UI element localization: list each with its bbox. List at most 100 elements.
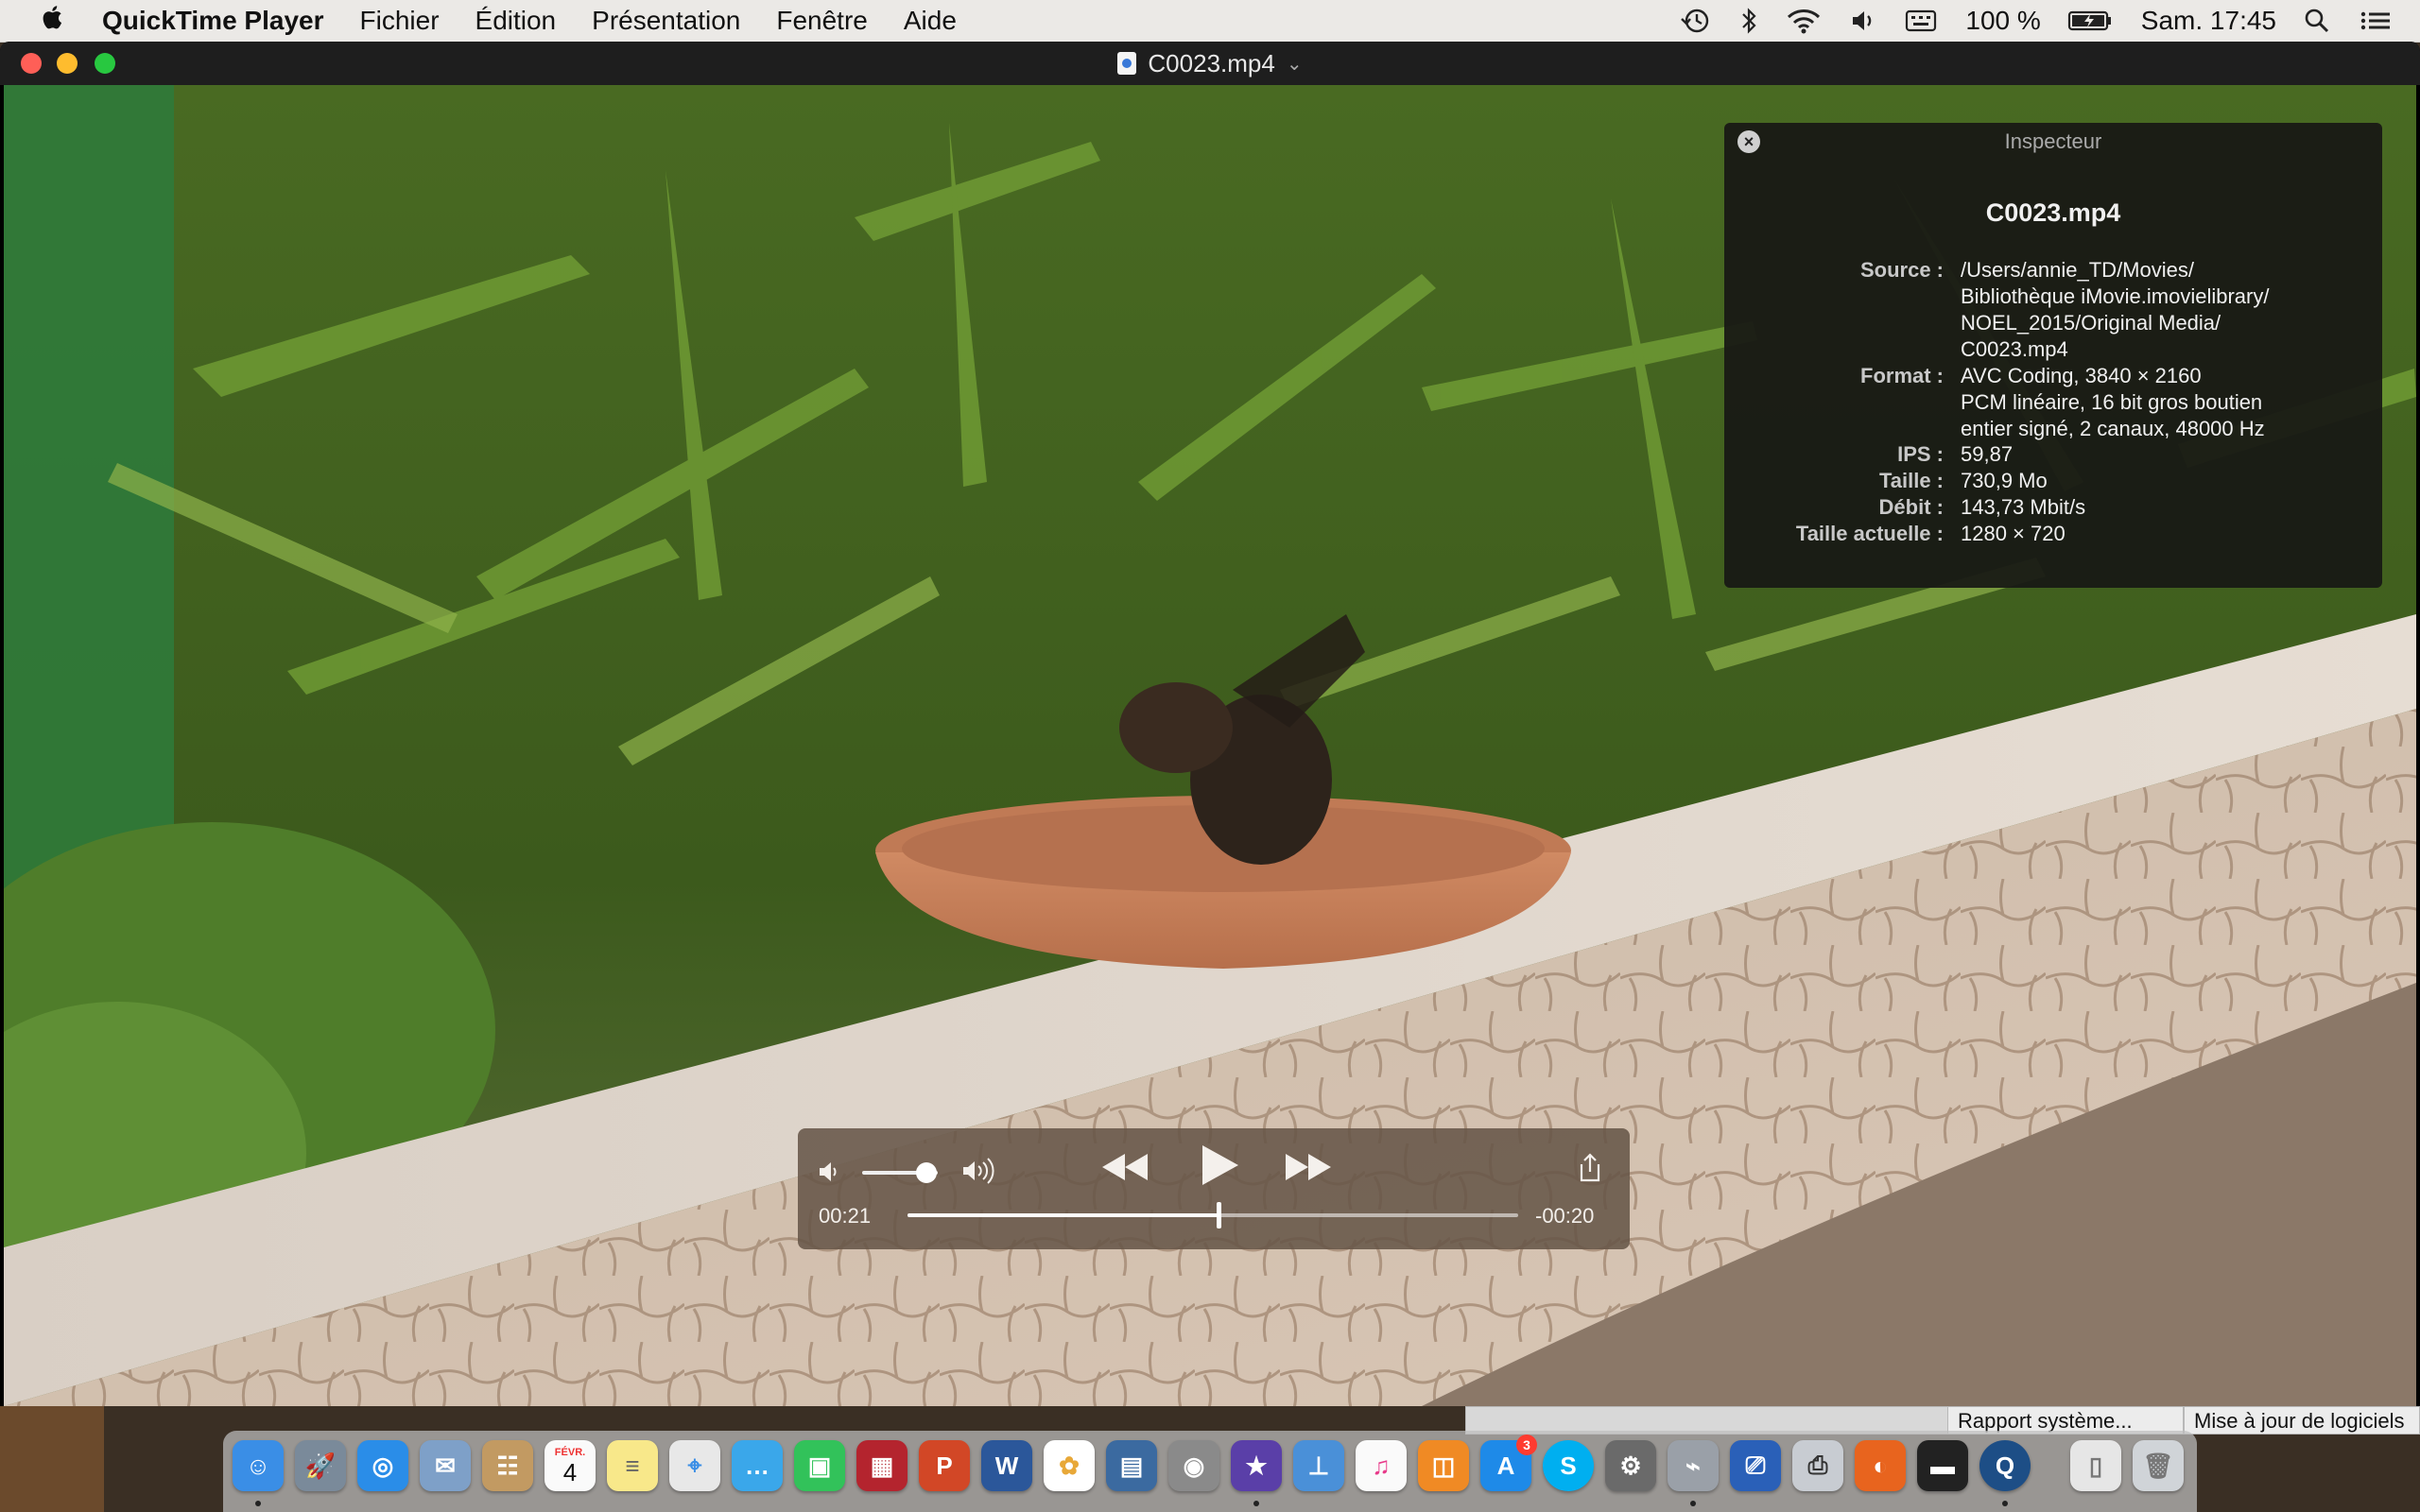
source-line: /Users/annie_TD/Movies/	[1961, 258, 2194, 282]
rewind-button[interactable]	[1098, 1145, 1151, 1197]
volume-high-icon[interactable]	[960, 1157, 1004, 1192]
documents-folder-icon[interactable]: ▯	[2070, 1440, 2121, 1491]
finder-icon[interactable]: ☺	[233, 1440, 284, 1491]
ibooks-icon[interactable]: ◫	[1418, 1440, 1469, 1491]
volume-slider-knob[interactable]	[916, 1162, 937, 1183]
window-minimize-button[interactable]	[57, 53, 78, 74]
photos-icon[interactable]: ✿	[1044, 1440, 1095, 1491]
menubar-clock[interactable]: Sam. 17:45	[2141, 6, 2276, 36]
app-store-badge: 3	[1516, 1435, 1537, 1455]
window-close-button[interactable]	[21, 53, 42, 74]
photo-booth-icon[interactable]: ▦	[856, 1440, 908, 1491]
menu-aide[interactable]: Aide	[904, 6, 957, 36]
fps-label: IPS :	[1897, 442, 1944, 466]
calendar-month: FÉVR.	[554, 1447, 586, 1458]
format-value: AVC Coding, 3840 × 2160 PCM linéaire, 16…	[1961, 363, 2377, 442]
current-size-label: Taille actuelle :	[1795, 522, 1944, 545]
current-size-value: 1280 × 720	[1961, 522, 2066, 545]
wifi-icon[interactable]	[1786, 7, 1822, 35]
menu-presentation[interactable]: Présentation	[592, 6, 740, 36]
calendar-day: 4	[562, 1458, 578, 1486]
running-indicator	[255, 1501, 261, 1506]
share-icon[interactable]	[1577, 1153, 1603, 1183]
elapsed-time: 00:21	[819, 1204, 872, 1228]
menu-fichier[interactable]: Fichier	[360, 6, 440, 36]
format-line: AVC Coding, 3840 × 2160	[1961, 364, 2202, 387]
window-titlebar[interactable]: C0023.mp4 ⌄	[0, 42, 2420, 85]
inspector-title: Inspecteur	[2004, 129, 2102, 153]
contacts-icon[interactable]: ☷	[482, 1440, 533, 1491]
format-line: entier signé, 2 canaux, 48000 Hz	[1961, 417, 2265, 440]
trash-icon[interactable]: 🗑	[2133, 1440, 2184, 1491]
spotlight-search-icon[interactable]	[2303, 7, 2331, 35]
source-label: Source :	[1859, 258, 1944, 282]
keynote-icon[interactable]: ⊥	[1293, 1440, 1344, 1491]
menu-edition[interactable]: Édition	[475, 6, 557, 36]
app-store-icon[interactable]: A 3	[1480, 1435, 1537, 1491]
source-line: Bibliothèque iMovie.imovielibrary/	[1961, 284, 2270, 308]
facetime-icon[interactable]: ▣	[794, 1440, 845, 1491]
migration-assistant-icon[interactable]: ⎚	[1730, 1440, 1781, 1491]
itunes-icon[interactable]: ♫	[1356, 1440, 1407, 1491]
menu-fenetre[interactable]: Fenêtre	[776, 6, 868, 36]
notification-center-icon[interactable]	[2360, 7, 2392, 35]
volume-low-icon[interactable]	[817, 1159, 843, 1192]
fps-value: 59,87	[1961, 442, 2014, 466]
running-indicator	[2002, 1501, 2008, 1506]
maps-icon[interactable]: ⌖	[669, 1440, 720, 1491]
apple-menu-icon[interactable]	[34, 3, 72, 39]
running-indicator	[1690, 1501, 1696, 1506]
mail-icon[interactable]: ✉	[420, 1440, 471, 1491]
launchpad-icon[interactable]: 🚀	[295, 1440, 346, 1491]
system-information-icon[interactable]: ⌁	[1668, 1440, 1719, 1491]
calendar-icon[interactable]: FÉVR. 4	[544, 1440, 596, 1491]
size-label: Taille :	[1878, 469, 1944, 492]
powerpoint-icon[interactable]: P	[919, 1440, 970, 1491]
volume-icon[interactable]	[1850, 7, 1876, 35]
source-line: C0023.mp4	[1961, 337, 2068, 361]
title-chevron-down-icon[interactable]: ⌄	[1287, 52, 1303, 76]
iphoto-icon[interactable]: ▤	[1106, 1440, 1157, 1491]
firefox-icon[interactable]: ◐	[1855, 1440, 1906, 1491]
size-value: 730,9 Mo	[1961, 469, 2048, 492]
image-capture-icon[interactable]: ◉	[1168, 1440, 1219, 1491]
window-fullscreen-button[interactable]	[95, 53, 115, 74]
window-title[interactable]: C0023.mp4	[1148, 49, 1274, 78]
timeline-scrubber[interactable]	[908, 1202, 1518, 1228]
imovie-icon[interactable]: ★	[1231, 1440, 1282, 1491]
menu-bar: QuickTime Player Fichier Édition Présent…	[0, 0, 2420, 43]
safari-icon[interactable]: ◎	[357, 1440, 408, 1491]
inspector-filename: C0023.mp4	[1985, 198, 2121, 227]
format-label: Format :	[1860, 364, 1944, 387]
source-line: NOEL_2015/Original Media/	[1961, 311, 2221, 335]
quicktime-icon[interactable]: Q	[1979, 1440, 2031, 1491]
time-machine-icon[interactable]	[1680, 7, 1712, 35]
running-indicator	[1253, 1501, 1259, 1506]
source-value: /Users/annie_TD/Movies/ Bibliothèque iMo…	[1961, 257, 2377, 363]
bitrate-value: 143,73 Mbit/s	[1961, 495, 2086, 519]
format-line: PCM linéaire, 16 bit gros boutien	[1961, 390, 2263, 414]
skype-icon[interactable]: S	[1543, 1440, 1594, 1491]
timeline-progress	[908, 1213, 1219, 1217]
bitrate-label: Débit :	[1878, 495, 1944, 519]
system-preferences-icon[interactable]: ⚙	[1605, 1440, 1656, 1491]
status-area: 100 % Sam. 17:45	[1680, 0, 2420, 42]
inspector-panel: × Inspecteur C0023.mp4 Source : /Users/a…	[1724, 123, 2382, 588]
word-icon[interactable]: W	[981, 1440, 1032, 1491]
battery-charging-icon[interactable]	[2067, 7, 2113, 35]
app-menu[interactable]: QuickTime Player	[102, 6, 324, 36]
desktop-wallpaper	[0, 1406, 104, 1512]
play-button[interactable]	[1195, 1140, 1242, 1201]
notes-icon[interactable]: ≡	[607, 1440, 658, 1491]
playhead[interactable]	[1217, 1202, 1222, 1228]
fast-forward-button[interactable]	[1282, 1145, 1335, 1197]
keyboard-viewer-icon[interactable]	[1905, 7, 1937, 35]
bluetooth-icon[interactable]	[1740, 7, 1757, 35]
messages-icon[interactable]: …	[732, 1440, 783, 1491]
software-update-window[interactable]: Mise à jour de logiciels	[2184, 1406, 2420, 1435]
quicktime-window: C0023.mp4 ⌄ × Inspecteur C0023.mp4 Sourc…	[0, 42, 2420, 1406]
video-document-icon	[1117, 52, 1137, 75]
drive-icon[interactable]: ▬	[1917, 1440, 1968, 1491]
battery-percent: 100 %	[1965, 6, 2041, 35]
printer-icon[interactable]: ⎙	[1792, 1440, 1843, 1491]
